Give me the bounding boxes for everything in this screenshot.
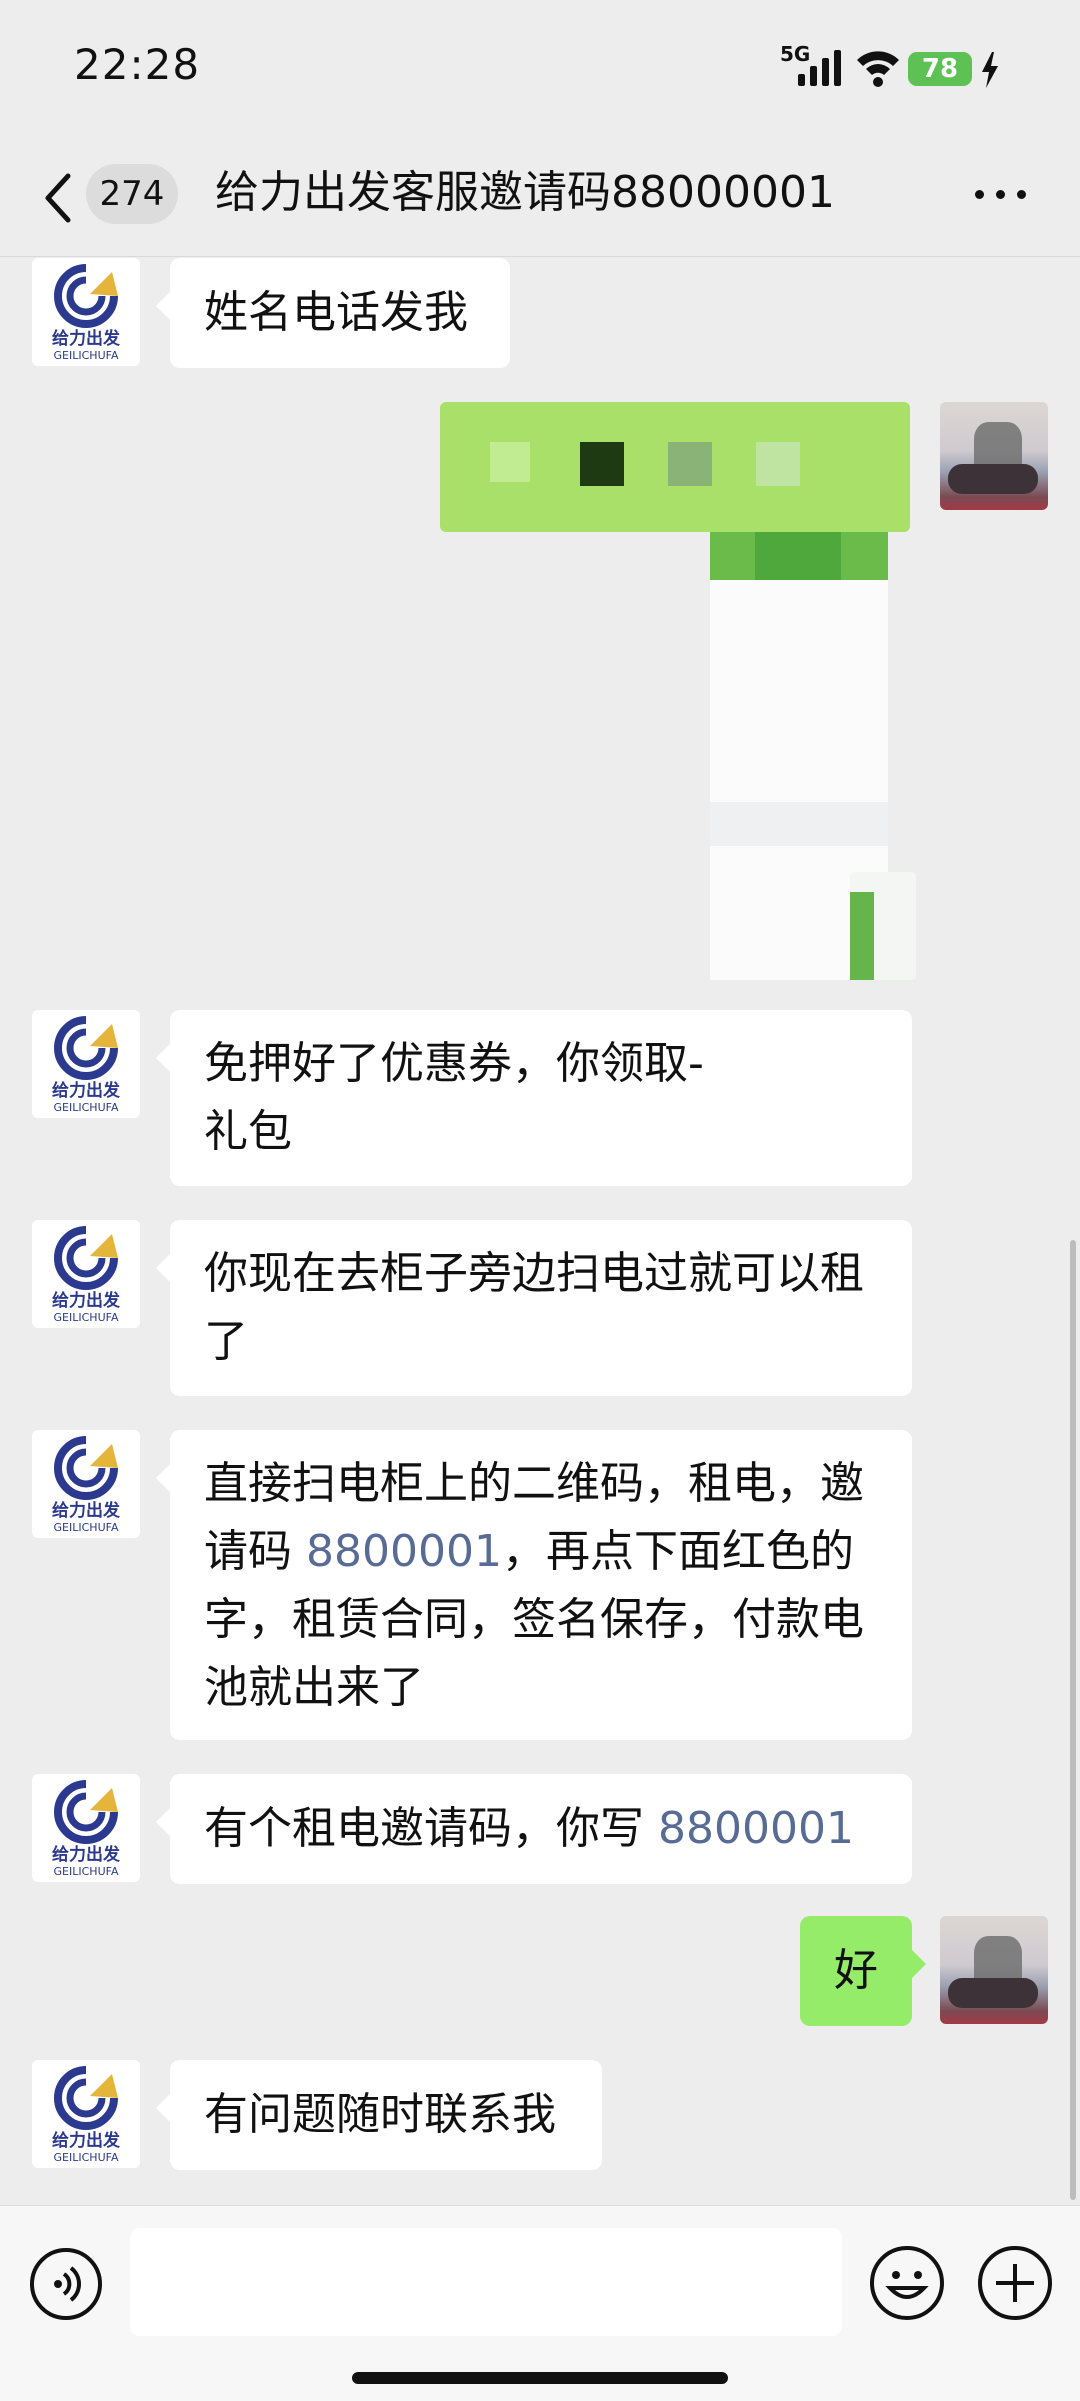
svg-text:给力出发: 给力出发: [52, 1080, 121, 1101]
message-bubble[interactable]: 姓名电话发我: [156, 258, 510, 368]
battery-indicator: 78: [908, 52, 972, 86]
user-avatar[interactable]: [940, 1916, 1048, 2024]
message-bubble[interactable]: 有个租电邀请码，你写 8800001: [156, 1774, 912, 1884]
agent-avatar[interactable]: 给力出发 GEILICHUFA: [32, 2060, 140, 2168]
geilichufa-logo-icon: 给力出发 GEILICHUFA: [52, 2066, 121, 2164]
svg-text:GEILICHUFA: GEILICHUFA: [54, 2151, 119, 2164]
geilichufa-logo-icon: 给力出发 GEILICHUFA: [52, 1780, 121, 1878]
svg-text:GEILICHUFA: GEILICHUFA: [54, 1865, 119, 1878]
geilichufa-logo-icon: 给力出发 GEILICHUFA: [52, 1226, 121, 1324]
back-arrow-icon[interactable]: [38, 168, 78, 228]
svg-text:给力出发: 给力出发: [52, 1290, 121, 1311]
more-options-icon[interactable]: [975, 180, 1035, 210]
message-text: 好: [834, 1945, 878, 1996]
status-bar: 22:28 5G 78: [0, 0, 1080, 140]
message-text: 有个租电邀请码，你写: [204, 1803, 658, 1854]
svg-text:GEILICHUFA: GEILICHUFA: [54, 1311, 119, 1324]
svg-text:给力出发: 给力出发: [52, 1500, 121, 1521]
message-input-field[interactable]: [130, 2228, 842, 2336]
geilichufa-logo-icon: 给力出发 GEILICHUFA: [52, 264, 121, 362]
svg-text:给力出发: 给力出发: [52, 1844, 121, 1865]
chat-header: 274 给力出发客服邀请码88000001: [0, 140, 1080, 257]
geilichufa-logo-icon: 给力出发 GEILICHUFA: [52, 1436, 121, 1534]
add-attachment-icon[interactable]: [976, 2244, 1054, 2322]
message-text: 姓名电话发我: [204, 287, 468, 338]
message-bubble[interactable]: 免押好了优惠券，你领取- 礼包: [156, 1010, 912, 1186]
message-bubble[interactable]: 你现在去柜子旁边扫电过就可以租 了: [156, 1220, 912, 1396]
message-bubble[interactable]: 直接扫电柜上的二维码，租电，邀 请码 8800001，再点下面红色的 字，租赁合…: [156, 1430, 912, 1740]
invite-code-link[interactable]: 8800001: [306, 1526, 502, 1577]
chat-title: 给力出发客服邀请码88000001: [215, 167, 835, 218]
home-indicator[interactable]: [352, 2372, 728, 2384]
chat-scrollbar[interactable]: [1070, 1240, 1076, 2200]
wifi-icon: [857, 51, 899, 87]
message-bubble[interactable]: 好: [800, 1916, 926, 2026]
charging-icon: [982, 52, 998, 88]
message-text: 你现在去柜子旁边扫电过就可以租: [204, 1248, 864, 1299]
message-text: 免押好了优惠券，你领取-: [204, 1038, 704, 1089]
agent-avatar[interactable]: 给力出发 GEILICHUFA: [32, 258, 140, 366]
message-text: 有问题随时联系我: [204, 2089, 556, 2140]
svg-text:GEILICHUFA: GEILICHUFA: [54, 1521, 119, 1534]
invite-code-link[interactable]: 8800001: [658, 1803, 854, 1854]
message-text: 请码 8800001，再点下面红色的: [204, 1526, 854, 1577]
message-text: 池就出来了: [204, 1662, 424, 1713]
svg-text:GEILICHUFA: GEILICHUFA: [54, 349, 119, 362]
svg-text:给力出发: 给力出发: [52, 2130, 121, 2151]
message-bubble[interactable]: 有问题随时联系我: [156, 2060, 602, 2170]
redacted-image-message[interactable]: [440, 402, 918, 1022]
agent-avatar[interactable]: 给力出发 GEILICHUFA: [32, 1010, 140, 1118]
message-text: 礼包: [204, 1106, 292, 1157]
svg-text:GEILICHUFA: GEILICHUFA: [54, 1101, 119, 1114]
agent-avatar[interactable]: 给力出发 GEILICHUFA: [32, 1774, 140, 1882]
agent-avatar[interactable]: 给力出发 GEILICHUFA: [32, 1430, 140, 1538]
user-avatar[interactable]: [940, 402, 1048, 510]
agent-avatar[interactable]: 给力出发 GEILICHUFA: [32, 1220, 140, 1328]
unread-count-badge[interactable]: 274: [86, 164, 178, 224]
status-time: 22:28: [74, 40, 201, 89]
cellular-signal-icon: [798, 50, 841, 86]
message-text: 了: [204, 1316, 248, 1367]
geilichufa-logo-icon: 给力出发 GEILICHUFA: [52, 1016, 121, 1114]
message-text: 直接扫电柜上的二维码，租电，邀: [204, 1458, 864, 1509]
emoji-icon[interactable]: [868, 2244, 946, 2322]
svg-text:给力出发: 给力出发: [52, 328, 121, 349]
voice-input-icon[interactable]: [28, 2246, 104, 2322]
message-text: 字，租赁合同，签名保存，付款电: [204, 1594, 864, 1645]
